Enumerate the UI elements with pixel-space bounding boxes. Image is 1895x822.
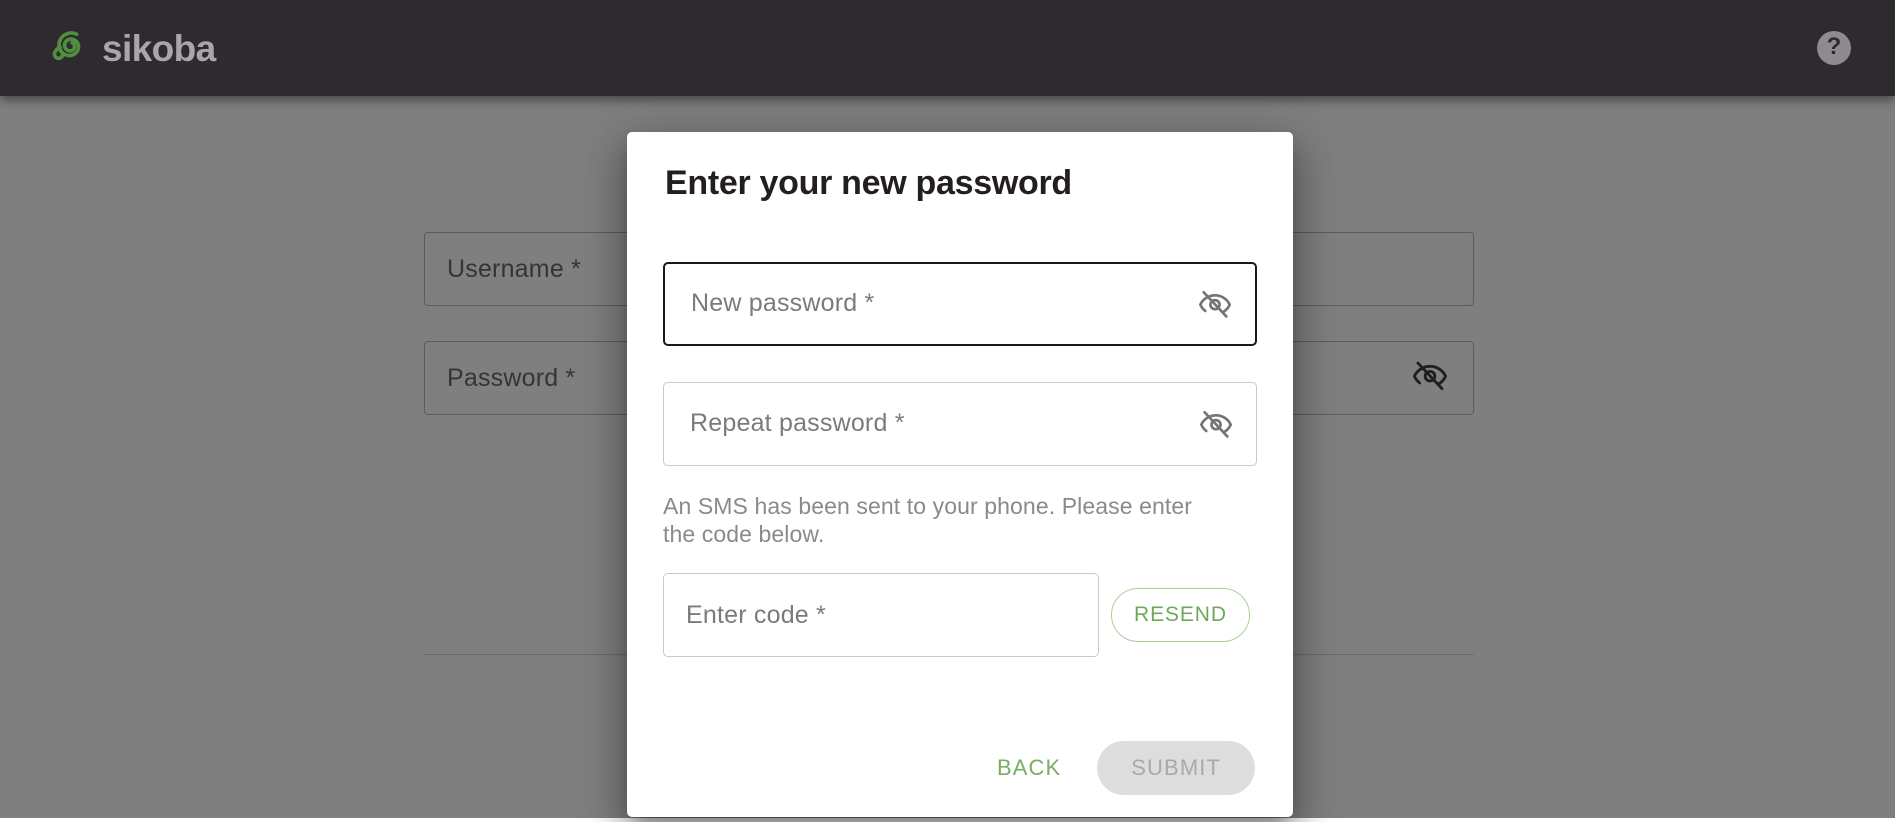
submit-button[interactable]: SUBMIT xyxy=(1097,741,1255,796)
help-glyph: ? xyxy=(1826,33,1842,60)
eye-off-icon[interactable] xyxy=(1200,408,1232,440)
field-spacer xyxy=(663,346,1257,382)
verification-code-placeholder: Enter code * xyxy=(686,600,826,629)
repeat-password-field[interactable]: Repeat password * xyxy=(663,381,1257,466)
resend-button[interactable]: RESEND xyxy=(1111,588,1250,643)
new-password-placeholder: New password * xyxy=(691,289,875,317)
sms-instruction-text: An SMS has been sent to your phone. Plea… xyxy=(663,492,1193,548)
brand-name: sikoba xyxy=(102,27,216,69)
help-question-icon[interactable]: ? xyxy=(1817,31,1851,65)
app-root: sikoba ? Username * Password * xyxy=(0,0,1895,822)
sikoba-spiral-logo-icon xyxy=(50,25,92,72)
new-password-field[interactable]: New password * xyxy=(663,261,1257,346)
brand-logo[interactable]: sikoba xyxy=(50,25,216,72)
app-header: sikoba ? xyxy=(0,0,1895,96)
dialog-actions: BACK SUBMIT xyxy=(663,719,1257,817)
verification-code-field[interactable]: Enter code * xyxy=(663,573,1099,658)
dialog-content: New password * Repeat password * An SMS … xyxy=(663,205,1257,818)
dialog-title: Enter your new password xyxy=(665,164,1072,202)
repeat-password-placeholder: Repeat password * xyxy=(690,409,905,437)
eye-off-icon[interactable] xyxy=(1199,288,1231,320)
back-button[interactable]: BACK xyxy=(979,743,1079,793)
code-entry-row: Enter code * RESEND xyxy=(663,573,1257,658)
new-password-dialog: Enter your new password New password * R… xyxy=(627,132,1293,818)
